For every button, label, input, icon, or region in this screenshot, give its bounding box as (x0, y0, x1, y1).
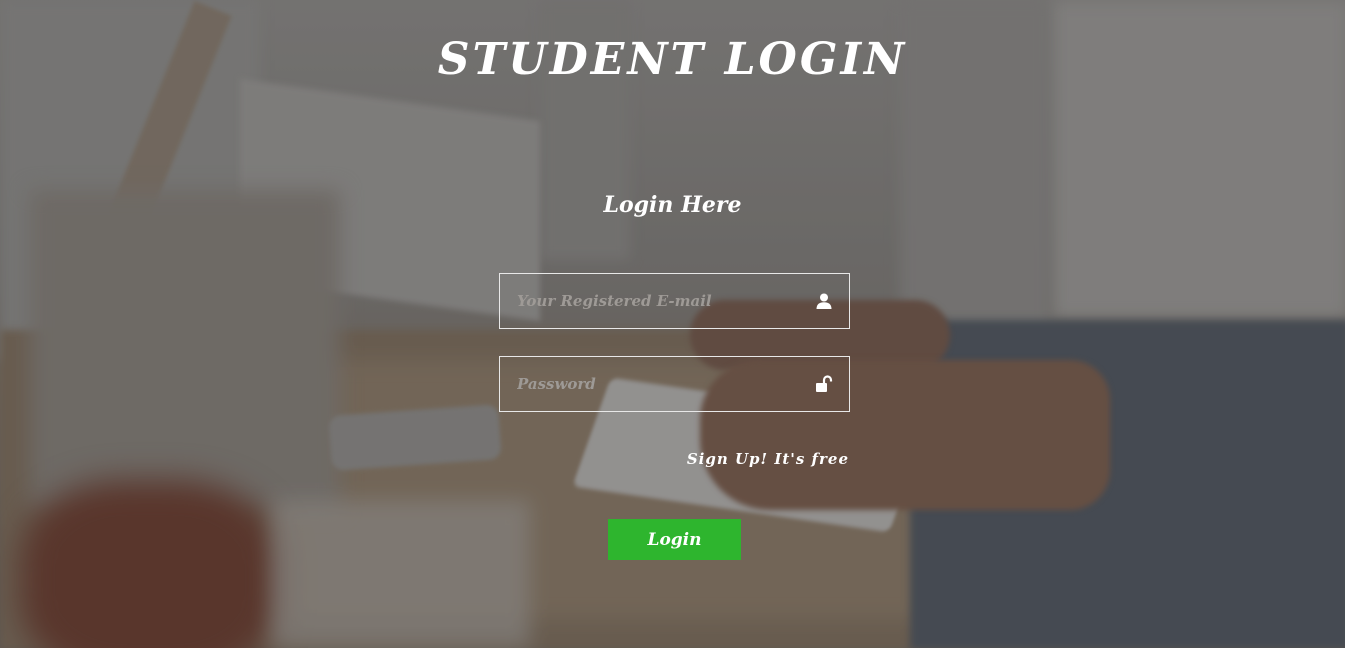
email-field[interactable] (500, 274, 849, 328)
login-heading: Login Here (603, 192, 742, 218)
signup-link[interactable]: Sign Up! It's free (687, 450, 849, 468)
unlock-icon (816, 375, 833, 392)
user-icon (816, 293, 832, 309)
password-field-container (499, 356, 850, 412)
login-button[interactable]: Login (608, 519, 741, 560)
page-title: STUDENT LOGIN (437, 34, 908, 85)
email-field-container (499, 273, 850, 329)
password-field[interactable] (500, 357, 849, 411)
